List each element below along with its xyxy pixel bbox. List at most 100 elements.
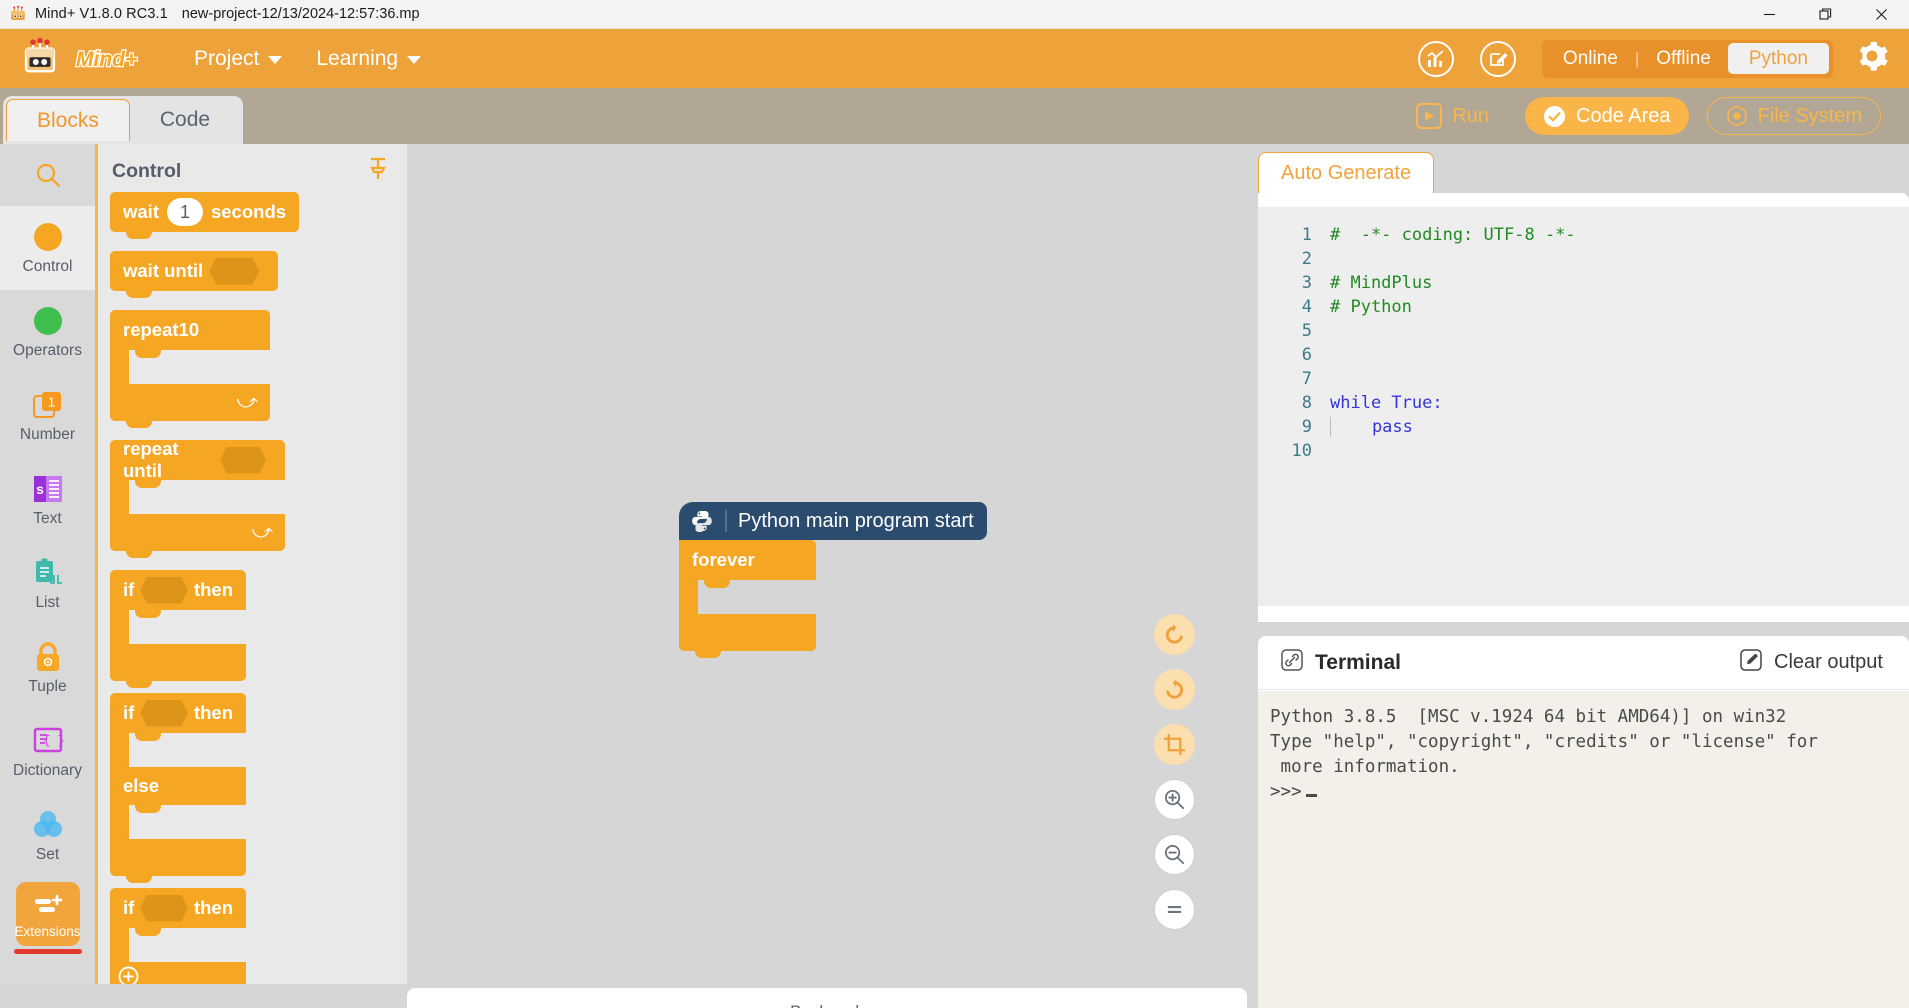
zoom-in-button[interactable] <box>1154 779 1195 820</box>
app-logo-icon <box>11 5 25 20</box>
settings-button[interactable] <box>1855 39 1889 78</box>
tab-auto-generate[interactable]: Auto Generate <box>1258 152 1435 193</box>
boolean-slot[interactable] <box>209 257 260 285</box>
line-number: 2 <box>1301 249 1312 269</box>
search-button[interactable] <box>0 144 95 206</box>
line-text: # MindPlus <box>1330 273 1433 293</box>
mouth-slot[interactable] <box>129 610 246 644</box>
mouth-slot[interactable] <box>129 805 246 839</box>
block-repeat[interactable]: repeat 10 ⤻ <box>110 310 270 428</box>
block-palette: Control wait 1 seconds wait until repeat… <box>95 144 407 984</box>
block-header: if then <box>110 888 246 928</box>
close-icon <box>1875 8 1887 20</box>
canvas-block-forever[interactable]: forever <box>679 540 816 658</box>
block-repeat-until[interactable]: repeat until ⤻ <box>110 438 285 558</box>
mouth-slot[interactable] <box>129 928 246 962</box>
mode-offline[interactable]: Offline <box>1639 48 1728 70</box>
operators-icon <box>31 304 64 337</box>
block-wait-seconds[interactable]: wait 1 seconds <box>110 192 300 239</box>
zoom-out-button[interactable] <box>1154 834 1195 875</box>
block-if-then-else[interactable]: if then else <box>110 693 246 883</box>
sidebar-item-control[interactable]: Control <box>0 206 95 290</box>
block-wait-until[interactable]: wait until <box>110 251 279 298</box>
redo-button[interactable] <box>1154 669 1195 710</box>
clear-output-button[interactable]: Clear output <box>1739 648 1883 678</box>
mode-online[interactable]: Online <box>1546 48 1635 70</box>
boolean-slot[interactable] <box>140 894 188 922</box>
redo-icon <box>1166 679 1184 699</box>
sidebar-item-number[interactable]: 1 Number <box>0 374 95 458</box>
zoom-reset-button[interactable] <box>1154 889 1195 930</box>
block-if-then-expandable[interactable]: if then <box>110 888 246 984</box>
backpack-drawer[interactable]: Backpack <box>407 988 1247 1008</box>
mouth-slot[interactable] <box>129 480 285 514</box>
mouth-wall <box>110 610 129 644</box>
sidebar-item-label: Number <box>19 426 76 443</box>
sidebar-item-operators[interactable]: Operators <box>0 290 95 374</box>
block-python-main-start[interactable]: Python main program start <box>679 502 987 540</box>
add-branch-icon[interactable] <box>118 966 139 984</box>
block-if-then[interactable]: if then <box>110 570 246 688</box>
chart-button[interactable] <box>1417 40 1454 77</box>
close-button[interactable] <box>1853 0 1909 29</box>
edit-button[interactable] <box>1479 40 1516 77</box>
line-number: 5 <box>1301 321 1312 341</box>
boolean-slot[interactable] <box>140 576 188 604</box>
category-sidebar: Control Operators 1 Number s Text List T… <box>0 144 95 984</box>
block-header: forever <box>679 540 816 580</box>
workspace-canvas[interactable]: Python main program start forever <box>407 152 1247 984</box>
block-label: forever <box>692 549 755 570</box>
menu-learning[interactable]: Learning <box>316 47 422 71</box>
maximize-button[interactable] <box>1797 0 1853 29</box>
boolean-slot[interactable] <box>220 446 266 474</box>
canvas-controls <box>1154 614 1195 930</box>
radio-circle-icon <box>1726 106 1747 126</box>
sidebar-item-set[interactable]: Set <box>0 794 95 878</box>
run-button[interactable]: Run <box>1398 97 1507 135</box>
file-system-button[interactable]: File System <box>1706 97 1881 135</box>
mode-python[interactable]: Python <box>1727 43 1829 74</box>
minimize-button[interactable] <box>1741 0 1797 29</box>
tab-blocks[interactable]: Blocks <box>6 99 130 141</box>
terminal-output[interactable]: Python 3.8.5 [MSC v.1924 64 bit AMD64)] … <box>1258 691 1909 1008</box>
boolean-slot[interactable] <box>140 699 188 727</box>
tab-code[interactable]: Code <box>130 99 240 141</box>
menu-project[interactable]: Project <box>194 47 283 71</box>
wait-value-input[interactable]: 1 <box>166 198 203 226</box>
undo-button[interactable] <box>1154 614 1195 655</box>
mouth-slot[interactable] <box>129 733 246 767</box>
mouth-slot[interactable] <box>698 580 816 614</box>
sidebar-item-list[interactable]: List <box>0 542 95 626</box>
mouth-slot[interactable] <box>129 350 270 384</box>
clear-output-label: Clear output <box>1774 651 1883 673</box>
dictionary-icon: { } <box>31 724 64 757</box>
line-text: pass <box>1330 417 1413 437</box>
code-editor[interactable]: 1 # -*- coding: UTF-8 -*- 2 3 # MindPlus… <box>1258 207 1909 606</box>
code-area-button[interactable]: Code Area <box>1525 97 1689 135</box>
sidebar-item-extensions[interactable]: Extensions <box>13 882 82 954</box>
svg-text:1: 1 <box>47 394 54 409</box>
sidebar-item-label: Operators <box>13 342 82 359</box>
fit-to-screen-button[interactable] <box>1154 724 1195 765</box>
check-circle-icon <box>1544 105 1566 127</box>
run-label: Run <box>1452 104 1490 127</box>
backpack-label: Backpack <box>407 988 1247 1008</box>
else-label-row: else <box>110 767 246 805</box>
list-icon <box>31 556 64 589</box>
repeat-value-input[interactable]: 10 <box>179 319 200 341</box>
block-header: repeat 10 <box>110 310 270 350</box>
block-header: repeat until <box>110 438 285 481</box>
sidebar-item-text[interactable]: s Text <box>0 458 95 542</box>
file-system-label: File System <box>1757 104 1862 127</box>
svg-text:s: s <box>36 481 44 497</box>
pin-icon[interactable] <box>367 157 389 186</box>
sidebar-item-tuple[interactable]: Tuple <box>0 626 95 710</box>
script-stack[interactable]: Python main program start forever <box>679 502 987 658</box>
sidebar-item-dictionary[interactable]: { } Dictionary <box>0 710 95 794</box>
line-number: 7 <box>1301 369 1312 389</box>
toolbar-actions: Run Code Area File System <box>1398 88 1881 144</box>
tuple-lock-icon <box>31 640 64 673</box>
block-label: repeat <box>123 319 179 340</box>
brand-logo[interactable]: Mind+ <box>22 37 160 80</box>
